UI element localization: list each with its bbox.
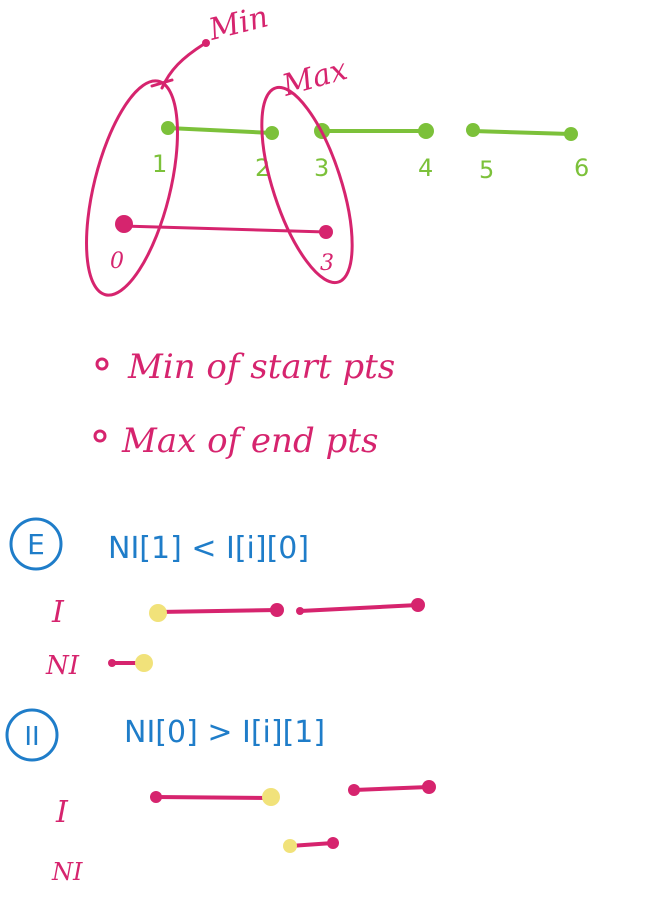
green-segment-1-2 <box>166 126 274 135</box>
green-point-4 <box>418 123 434 139</box>
case1-interval-a <box>156 608 279 614</box>
case1-interval-b <box>298 603 420 613</box>
case2-row-ni-label: NI <box>51 858 83 886</box>
case2-interval-a-end <box>262 788 280 806</box>
green-point-1 <box>161 121 175 135</box>
green-point-6 <box>564 127 578 141</box>
min-label: Min <box>204 0 271 48</box>
case1-interval-a-start <box>149 604 167 622</box>
pink-label-3: 3 <box>320 251 334 276</box>
case2-interval-b-end <box>422 780 436 794</box>
case2-interval-a-start <box>150 791 162 803</box>
min-start-ellipse <box>85 79 179 297</box>
case1-new-interval-end <box>135 654 153 672</box>
note-max-end: Max of end pts <box>121 421 378 461</box>
green-point-5 <box>466 123 480 137</box>
case2-row-i-label: I <box>55 795 69 830</box>
case2-interval-b <box>352 785 431 792</box>
case2-interval-a <box>154 795 272 800</box>
green-label-5: 5 <box>479 156 494 184</box>
case1-interval-b-start <box>296 607 304 615</box>
case1-row-ni-label: NI <box>45 651 80 681</box>
case2-condition: NI[0] > I[i][1] <box>124 715 325 750</box>
green-label-3: 3 <box>314 154 329 182</box>
note-min-start: Min of start pts <box>127 347 395 387</box>
pink-interval-0-3 <box>122 224 328 234</box>
green-tick-labels: 1 2 3 4 5 6 <box>152 150 589 184</box>
pink-point-0 <box>115 215 133 233</box>
green-label-4: 4 <box>418 154 433 182</box>
case2-badge-text: II <box>24 722 39 752</box>
pink-label-0: 0 <box>110 249 124 274</box>
max-label: Max <box>278 52 352 104</box>
green-segment-5-6 <box>471 129 573 136</box>
case2-new-interval-start <box>283 839 297 853</box>
case2-interval-b-start <box>348 784 360 796</box>
pink-point-3 <box>319 225 333 239</box>
green-label-1: 1 <box>152 150 167 178</box>
case1-new-interval-start <box>108 659 116 667</box>
case1-row-i-label: I <box>51 595 65 630</box>
case1-badge-text: E <box>27 528 45 561</box>
case1-interval-b-end <box>411 598 425 612</box>
max-end-ellipse <box>260 85 354 285</box>
green-label-6: 6 <box>574 154 589 182</box>
note-bullet-2 <box>93 429 107 443</box>
whiteboard-canvas: 1 2 3 4 5 6 0 3 Min Max Min of start pts… <box>5 0 589 886</box>
green-point-2 <box>265 126 279 140</box>
case1-condition: NI[1] < I[i][0] <box>108 531 309 566</box>
case1-interval-a-end <box>270 603 284 617</box>
note-bullet-1 <box>95 357 109 371</box>
case2-new-interval-end <box>327 837 339 849</box>
min-arrow-dot <box>202 39 210 47</box>
green-intervals <box>166 126 573 136</box>
